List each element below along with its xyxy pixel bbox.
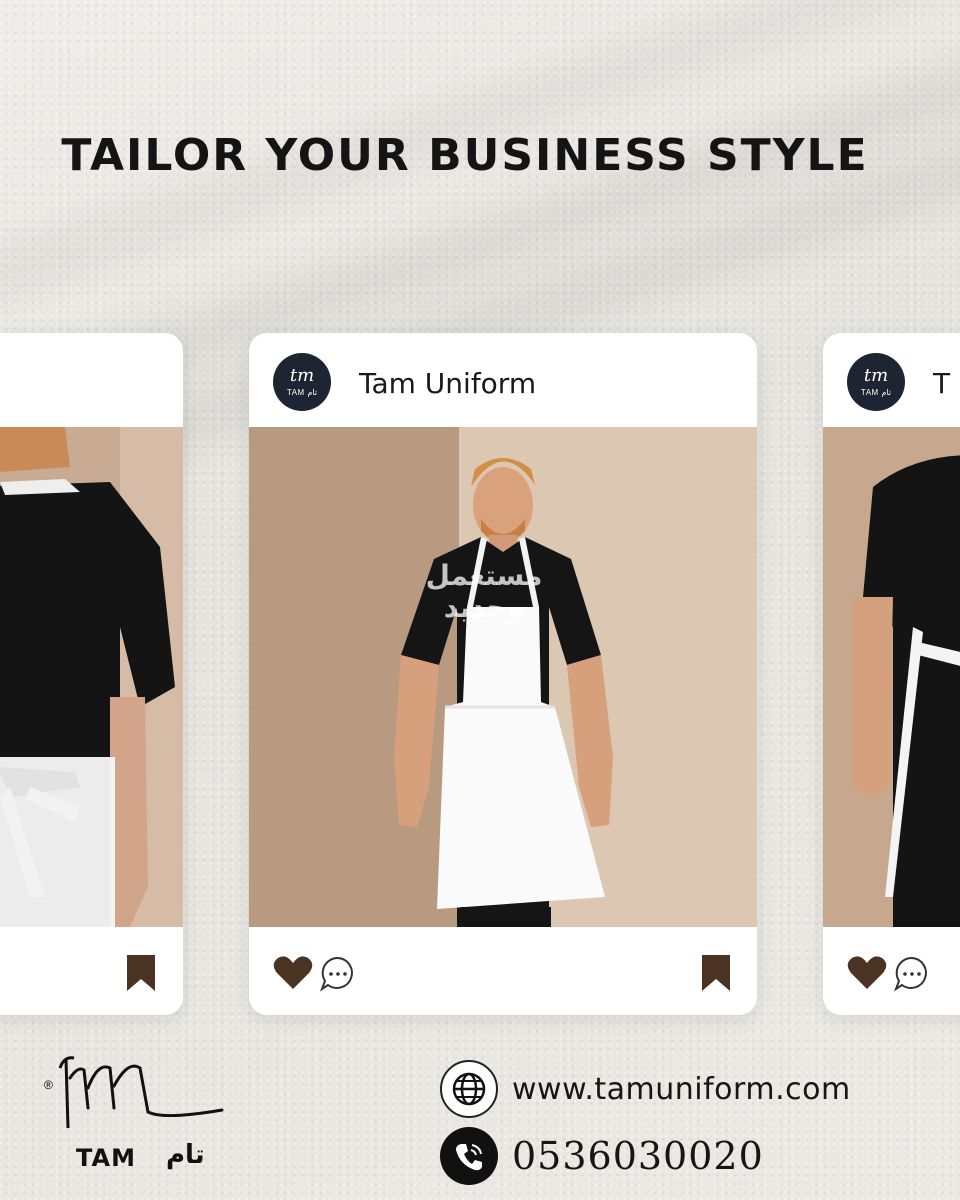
tm-monogram-logo xyxy=(58,1056,224,1129)
website-contact[interactable]: www.tamuniform.com xyxy=(440,1060,851,1118)
watermark: مستعمل وجديد xyxy=(425,559,543,624)
website-link[interactable]: www.tamuniform.com xyxy=(512,1072,851,1107)
post-photo xyxy=(823,427,960,927)
post-card-left[interactable] xyxy=(0,333,183,1015)
post-header: tm TAM تام T xyxy=(823,333,960,427)
profile-handle-truncated[interactable]: T xyxy=(933,367,950,400)
bookmark-icon[interactable] xyxy=(125,955,157,991)
brand-name-arabic: تام xyxy=(166,1140,205,1170)
headline: TAILOR YOUR BUSINESS STYLE xyxy=(61,130,869,181)
avatar-monogram: tm xyxy=(289,365,315,386)
apron-model-photo xyxy=(249,427,757,927)
post-card-main[interactable]: tm TAM تام Tam Uniform مستعمل وجديد xyxy=(249,333,757,1015)
profile-handle[interactable]: Tam Uniform xyxy=(359,367,536,400)
comment-icon[interactable] xyxy=(319,955,357,993)
phone-icon xyxy=(440,1127,498,1185)
phone-number[interactable]: 0536030020 xyxy=(512,1134,764,1178)
profile-avatar[interactable]: tm TAM تام xyxy=(273,353,331,411)
avatar-monogram: tm xyxy=(863,365,889,386)
phone-contact[interactable]: 0536030020 xyxy=(440,1127,764,1185)
post-card-right[interactable]: tm TAM تام T xyxy=(823,333,960,1015)
post-photo xyxy=(249,427,757,927)
bookmark-icon[interactable] xyxy=(700,955,732,991)
heart-icon[interactable] xyxy=(273,955,313,991)
apron-back-photo xyxy=(0,427,183,927)
post-footer xyxy=(0,931,183,1015)
post-header: tm TAM تام Tam Uniform xyxy=(249,333,757,427)
registered-mark: ® xyxy=(44,1078,53,1092)
brand-name-latin: TAM xyxy=(76,1144,136,1172)
apron-side-photo xyxy=(823,427,960,927)
comment-icon[interactable] xyxy=(893,955,931,993)
post-footer xyxy=(823,931,960,1015)
avatar-caption: TAM تام xyxy=(860,388,892,397)
profile-avatar[interactable]: tm TAM تام xyxy=(847,353,905,411)
post-photo xyxy=(0,427,183,927)
heart-icon[interactable] xyxy=(847,955,887,991)
post-footer xyxy=(249,931,757,1015)
avatar-caption: TAM تام xyxy=(286,388,318,397)
brand-logo: ® TAM تام xyxy=(44,1048,234,1178)
globe-icon xyxy=(440,1060,498,1118)
